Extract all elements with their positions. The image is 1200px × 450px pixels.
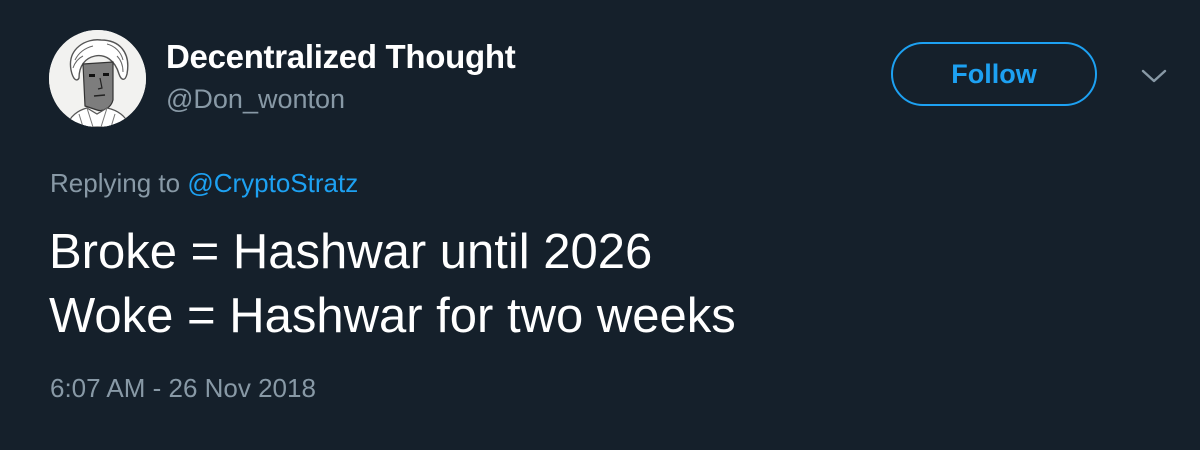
replying-to-label: Replying to: [50, 168, 188, 198]
sketch-portrait-icon: [49, 30, 146, 127]
tweet-card: Decentralized Thought @Don_wonton Follow…: [0, 0, 1200, 450]
chevron-down-icon[interactable]: [1138, 64, 1170, 88]
replying-to: Replying to @CryptoStratz: [50, 168, 358, 199]
author-display-name[interactable]: Decentralized Thought: [166, 38, 516, 76]
author-handle[interactable]: @Don_wonton: [166, 84, 345, 115]
tweet-timestamp[interactable]: 6:07 AM - 26 Nov 2018: [50, 373, 316, 404]
follow-button[interactable]: Follow: [891, 42, 1097, 106]
tweet-text-line: Broke = Hashwar until 2026: [49, 225, 653, 279]
avatar[interactable]: [49, 30, 146, 127]
tweet-text-line: Woke = Hashwar for two weeks: [49, 289, 736, 343]
reply-mention-link[interactable]: @CryptoStratz: [187, 168, 358, 198]
tweet-text: Broke = Hashwar until 2026 Woke = Hashwa…: [49, 220, 736, 348]
